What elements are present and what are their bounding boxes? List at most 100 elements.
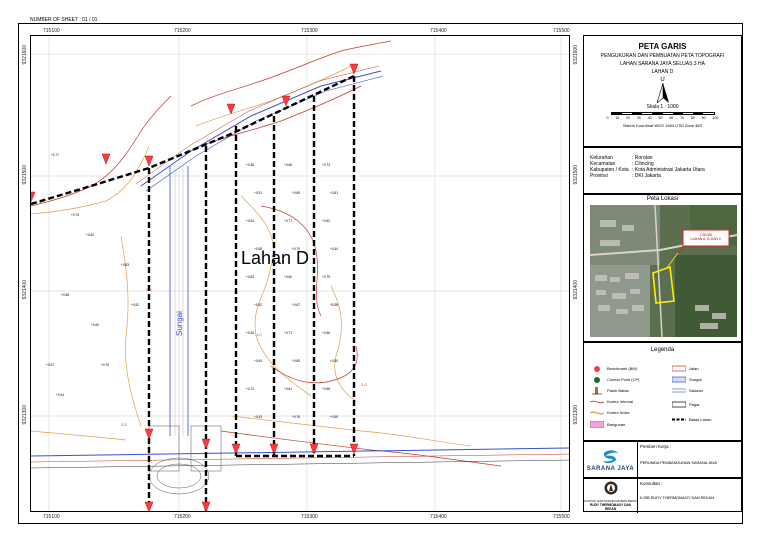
map-subtitle-1: PENGUKURAN DAN PEMBUATAN PETA TOPOGRAFI xyxy=(600,53,725,59)
scale-num: 80 xyxy=(690,116,695,120)
river-label: Sungai xyxy=(175,311,184,336)
spot-height-label: +0.48 xyxy=(246,163,254,167)
contour-value-label: 2.0 xyxy=(361,382,367,387)
spot-height-label: +0.72 xyxy=(246,387,254,391)
location-map-panel: Peta Lokasi LOKASI LAHAN A, B DAN C xyxy=(583,194,742,342)
location-callout: LOKASI LAHAN A, B DAN C xyxy=(685,233,727,241)
satellite-image-icon xyxy=(590,205,737,337)
x-tick-bottom-2: 715200 xyxy=(174,514,191,520)
spot-height-label: +0.81 xyxy=(330,191,338,195)
contour-value-label: 1.0 xyxy=(256,332,262,337)
location-satellite-image[interactable]: LOKASI LAHAN A, B DAN C xyxy=(590,205,737,337)
benchmark-marker[interactable] xyxy=(281,95,291,107)
y-tick-right-3: 9321400 xyxy=(573,280,579,300)
benchmark-marker[interactable] xyxy=(144,428,154,440)
legend-title: Legenda xyxy=(650,347,675,353)
legend-kontur-index: Kontur Index xyxy=(590,409,630,416)
spot-height-label: +0.75 xyxy=(71,213,79,217)
control-point-icon xyxy=(590,376,604,383)
river-icon xyxy=(672,376,686,383)
x-tick-top-3: 715300 xyxy=(301,28,318,34)
benchmark-marker[interactable] xyxy=(309,443,319,455)
spot-height-label: +0.64 xyxy=(254,359,262,363)
north-arrow-icon xyxy=(656,83,669,103)
contour-value-label: 0.5 xyxy=(146,287,152,292)
admin-value: : DKI Jakarta xyxy=(632,173,661,179)
admin-key: Provinsi xyxy=(590,173,608,179)
benchmark-marker[interactable] xyxy=(201,438,211,450)
boundary-post-icon xyxy=(590,386,604,394)
area-label: Lahan D xyxy=(241,248,309,268)
client-panel: SARANA JAYA Pemberi Kerja : PERUMDA PEMB… xyxy=(583,441,742,479)
spot-height-label: +0.77 xyxy=(284,219,292,223)
legend-panel: Legenda Benchmark (BM) Control Point (CP… xyxy=(583,342,742,441)
legend-patok-batas: Patok Batas xyxy=(590,386,629,394)
consultant-label: Konsultan : xyxy=(640,481,663,486)
legend-control-point: Control Point (CP) xyxy=(590,376,639,383)
spot-height-label: +0.52 xyxy=(254,303,262,307)
spot-height-label: +0.60 xyxy=(284,275,292,279)
spot-height-label: +0.60 xyxy=(91,323,99,327)
x-tick-top-1: 715100 xyxy=(43,28,60,34)
scale-num: 40 xyxy=(647,116,652,120)
legend-label: Batas Lahan xyxy=(689,417,712,422)
spot-height-label: +0.77 xyxy=(51,153,59,157)
legend-jalan: Jalan xyxy=(672,365,699,372)
benchmark-marker[interactable] xyxy=(144,501,154,512)
spot-height-label: +0.67 xyxy=(292,303,300,307)
spot-height-label: +0.44 xyxy=(330,247,338,251)
y-tick-left-1: 9321600 xyxy=(22,45,28,65)
road-bottom xyxy=(31,447,569,469)
spot-height-label: +0.52 xyxy=(131,303,139,307)
x-tick-bottom-5: 715500 xyxy=(553,514,570,520)
legend-label: Pagar xyxy=(689,402,700,407)
land-boundary-icon xyxy=(672,416,686,423)
spot-height-label: +0.61 xyxy=(284,387,292,391)
scale-num: 30 xyxy=(636,116,641,120)
scale-num: 0 xyxy=(606,116,609,120)
y-tick-right-2: 9321500 xyxy=(573,165,579,185)
consultant-emblem-icon xyxy=(604,481,617,495)
spot-height-label: +0.67 xyxy=(46,363,54,367)
legend-kontur-interval: Kontur Interval xyxy=(590,398,633,405)
building-icon xyxy=(590,421,604,428)
map-canvas[interactable]: +0.48 +0.66 +0.73 +0.51 +0.69 +0.81 +0.54 +0.77… xyxy=(31,36,570,512)
legend-pagar: Pagar xyxy=(672,401,700,408)
benchmark-marker[interactable] xyxy=(349,63,359,75)
benchmark-marker[interactable] xyxy=(31,191,36,203)
legend-label: Benchmark (BM) xyxy=(607,366,638,371)
scale-num: 100 xyxy=(712,116,719,120)
legend-label: Control Point (CP) xyxy=(607,377,640,382)
spot-height-label: +0.69 xyxy=(292,191,300,195)
spot-height-label: +0.50 xyxy=(330,359,338,363)
legend-sungai: Sungai xyxy=(672,376,701,383)
benchmark-marker[interactable] xyxy=(201,501,211,512)
scale-num: 90 xyxy=(701,116,706,120)
topographic-map[interactable]: +0.48 +0.66 +0.73 +0.51 +0.69 +0.81 +0.54 +0.77… xyxy=(30,35,570,512)
benchmark-marker[interactable] xyxy=(101,153,111,165)
x-tick-top-4: 715400 xyxy=(430,28,447,34)
fence-icon xyxy=(672,401,686,408)
benchmark-marker[interactable] xyxy=(144,155,154,167)
spot-height-label: +0.76 xyxy=(292,415,300,419)
spot-height-label: +0.85 xyxy=(292,359,300,363)
benchmark-marker[interactable] xyxy=(349,443,359,455)
consultant-logo-line-2: RUDY THERMOMAGY DAN REKAN xyxy=(590,503,631,512)
contour-value-label: 2.5 xyxy=(121,422,127,427)
consultant-logo: KANTOR JASA SURVEYOR BERLISENSI RUDY THE… xyxy=(584,479,638,513)
benchmark-markers xyxy=(31,63,359,512)
road-icon xyxy=(672,365,686,372)
spot-height-label: +0.51 xyxy=(254,191,262,195)
legend-label: Kontur Interval xyxy=(607,399,634,404)
legend-batas-lahan: Batas Lahan xyxy=(672,416,711,423)
spot-height-label: +0.83 xyxy=(246,275,254,279)
consultant-name: KJSB RUDY THERMOMAGY DAN REKAN xyxy=(640,495,714,500)
spot-height-label: +0.83 xyxy=(121,263,129,267)
spot-height-label: +0.59 xyxy=(330,415,338,419)
scale-num: 20 xyxy=(626,116,631,120)
client-logo: SARANA JAYA xyxy=(584,442,638,479)
spot-height-label: +0.56 xyxy=(322,331,330,335)
x-tick-top-5: 715500 xyxy=(553,28,570,34)
scale-num: 50 xyxy=(658,116,663,120)
spot-height-label: +0.68 xyxy=(322,387,330,391)
